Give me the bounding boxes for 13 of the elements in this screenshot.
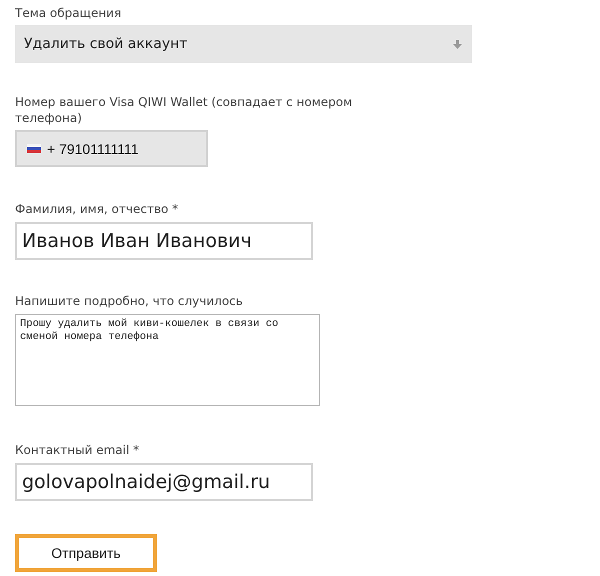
submit-button[interactable]: Отправить — [15, 534, 157, 572]
flag-icon — [27, 144, 41, 153]
field-label: Напишите подробно, что случилось — [15, 293, 244, 309]
field-label: Номер вашего Visa QIWI Wallet (совпадает с номером телефона) — [15, 94, 354, 126]
field-label: Тема обращения — [15, 5, 122, 21]
field-label: Фамилия, имя, отчество * — [15, 201, 180, 217]
field-label: Контактный email * — [15, 442, 140, 458]
message-field[interactable]: Прошу удалить мой киви-кошелек в связи со сменой номера телефона — [15, 314, 320, 406]
down-arrow-icon — [453, 40, 462, 48]
phone-field[interactable]: + 79101111111 — [15, 130, 208, 167]
input-field[interactable]: golovapolnaidej@gmail.ru — [15, 463, 313, 501]
input-field[interactable]: Иванов Иван Иванович — [15, 222, 313, 260]
topic-dropdown[interactable]: Удалить свой аккаунт — [15, 25, 472, 63]
